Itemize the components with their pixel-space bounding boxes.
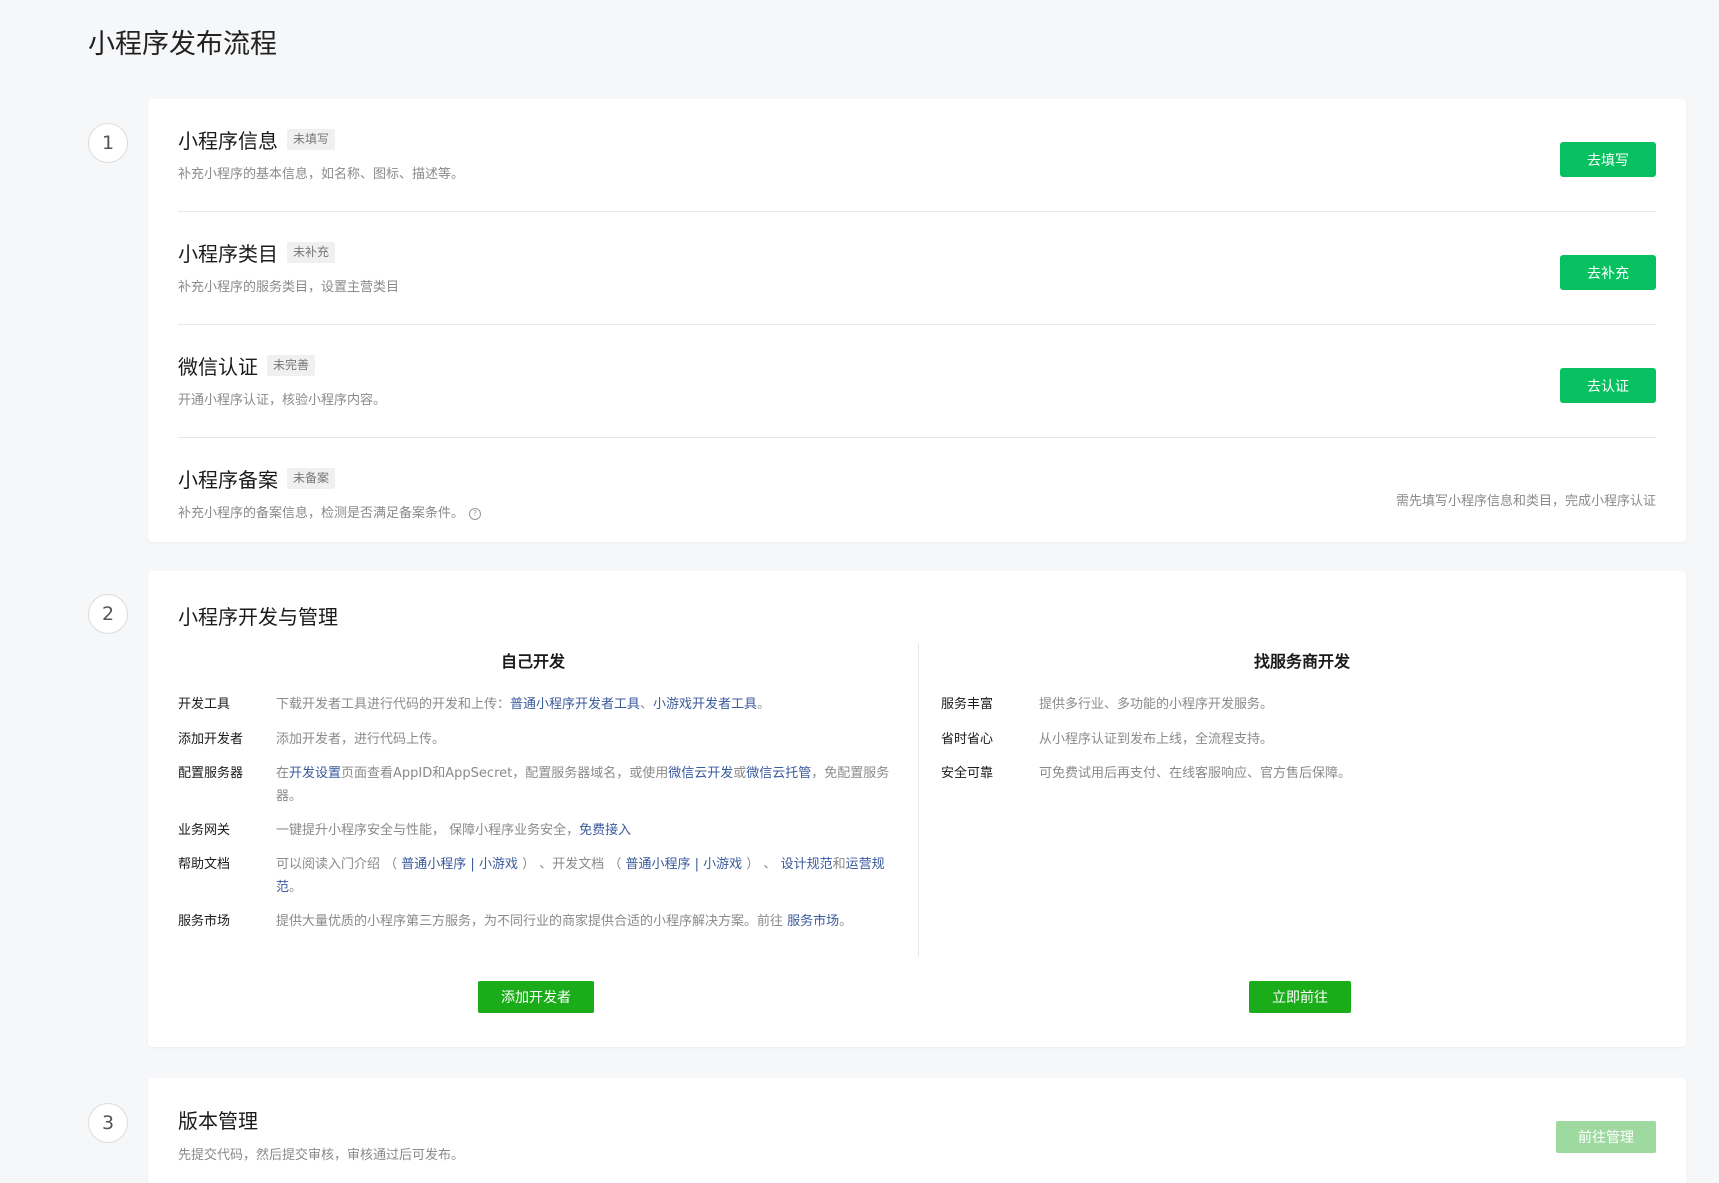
supplement-button[interactable]: 去补充 (1560, 255, 1656, 290)
add-developer-button[interactable]: 添加开发者 (478, 981, 594, 1013)
row-title: 小程序信息 (178, 129, 278, 153)
status-tag: 未填写 (287, 129, 336, 150)
status-tag: 未备案 (287, 468, 336, 489)
wechat-verification-row: 微信认证 未完善 开通小程序认证，核验小程序内容。 去认证 (178, 325, 1656, 438)
step-number-1: 1 (88, 123, 128, 163)
section-title: 版本管理 (178, 1109, 258, 1133)
step-number-2: 2 (88, 594, 128, 634)
dev-doc-game-link[interactable]: 小游戏 (703, 857, 742, 872)
design-spec-link[interactable]: 设计规范 (781, 857, 833, 872)
go-now-button[interactable]: 立即前往 (1249, 981, 1351, 1013)
cloud-dev-link[interactable]: 微信云开发 (668, 766, 733, 781)
item-help-docs: 帮助文档 可以阅读入门介绍 （ 普通小程序 | 小游戏 ） 、开发文档 （ 普通… (178, 857, 885, 895)
dev-settings-link[interactable]: 开发设置 (289, 766, 341, 781)
prerequisite-note: 需先填写小程序信息和类目，完成小程序认证 (1395, 494, 1656, 509)
free-access-link[interactable]: 免费接入 (579, 823, 631, 838)
verify-button[interactable]: 去认证 (1560, 368, 1656, 403)
go-manage-button[interactable]: 前往管理 (1556, 1121, 1656, 1153)
item-rich-services: 服务丰富 提供多行业、多功能的小程序开发服务。 (941, 697, 1274, 712)
info-row: 小程序信息 未填写 补充小程序的基本信息，如名称、图标、描述等。 去填写 (178, 99, 1656, 212)
self-develop-heading: 自己开发 (500, 652, 565, 671)
game-dev-tools-link[interactable]: 小游戏开发者工具 (653, 697, 757, 712)
row-description: 开通小程序认证，核验小程序内容。 (178, 393, 387, 408)
item-time-saving: 省时省心 从小程序认证到发布上线，全流程支持。 (941, 732, 1274, 747)
intro-mini-program-link[interactable]: 普通小程序 (401, 857, 466, 872)
row-description: 补充小程序的服务类目，设置主营类目 (178, 280, 400, 295)
row-title: 小程序备案 (178, 468, 278, 492)
section-title: 小程序开发与管理 (178, 605, 338, 629)
item-safe-reliable: 安全可靠 可免费试用后再支付、在线客服响应、官方售后保障。 (941, 766, 1352, 781)
row-title: 小程序类目 (178, 242, 278, 266)
item-business-gateway: 业务网关 一键提升小程序安全与性能， 保障小程序业务安全，免费接入 (178, 823, 632, 838)
development-card: 小程序开发与管理 自己开发 找服务商开发 开发工具 下载开发者工具进行代码的开发… (148, 571, 1686, 1047)
intro-game-link[interactable]: 小游戏 (479, 857, 518, 872)
help-icon[interactable]: ? (469, 507, 482, 520)
status-tag: 未完善 (267, 355, 316, 376)
section-description: 先提交代码，然后提交审核，审核通过后可发布。 (178, 1148, 465, 1163)
vertical-divider (918, 643, 919, 957)
fill-in-button[interactable]: 去填写 (1560, 142, 1656, 177)
item-service-market: 服务市场 提供大量优质的小程序第三方服务，为不同行业的商家提供合适的小程序解决方… (178, 914, 853, 929)
service-market-link[interactable]: 服务市场 (787, 914, 839, 929)
row-title: 微信认证 (178, 355, 258, 379)
version-management-card: 版本管理 先提交代码，然后提交审核，审核通过后可发布。 前往管理 (148, 1078, 1686, 1183)
step-number-3: 3 (88, 1103, 128, 1143)
filing-row: 小程序备案 未备案 补充小程序的备案信息，检测是否满足备案条件。? 需先填写小程… (178, 438, 1656, 542)
cloud-hosting-link[interactable]: 微信云托管 (746, 766, 811, 781)
service-provider-heading: 找服务商开发 (1253, 652, 1350, 671)
item-add-developer: 添加开发者 添加开发者，进行代码上传。 (178, 732, 446, 747)
status-tag: 未补充 (287, 242, 336, 263)
row-description: 补充小程序的备案信息，检测是否满足备案条件。 (178, 506, 465, 521)
row-description: 补充小程序的基本信息，如名称、图标、描述等。 (178, 167, 465, 182)
page-title: 小程序发布流程 (88, 29, 277, 60)
category-row: 小程序类目 未补充 补充小程序的服务类目，设置主营类目 去补充 (178, 212, 1656, 325)
item-dev-tools: 开发工具 下载开发者工具进行代码的开发和上传：普通小程序开发者工具、小游戏开发者… (178, 697, 771, 712)
item-configure-server: 配置服务器 在开发设置页面查看AppID和AppSecret，配置服务器域名，或… (178, 766, 890, 804)
dev-tools-link[interactable]: 普通小程序开发者工具 (510, 697, 640, 712)
dev-doc-mini-program-link[interactable]: 普通小程序 (625, 857, 690, 872)
mini-program-info-card: 小程序信息 未填写 补充小程序的基本信息，如名称、图标、描述等。 去填写 小程序… (148, 99, 1686, 542)
